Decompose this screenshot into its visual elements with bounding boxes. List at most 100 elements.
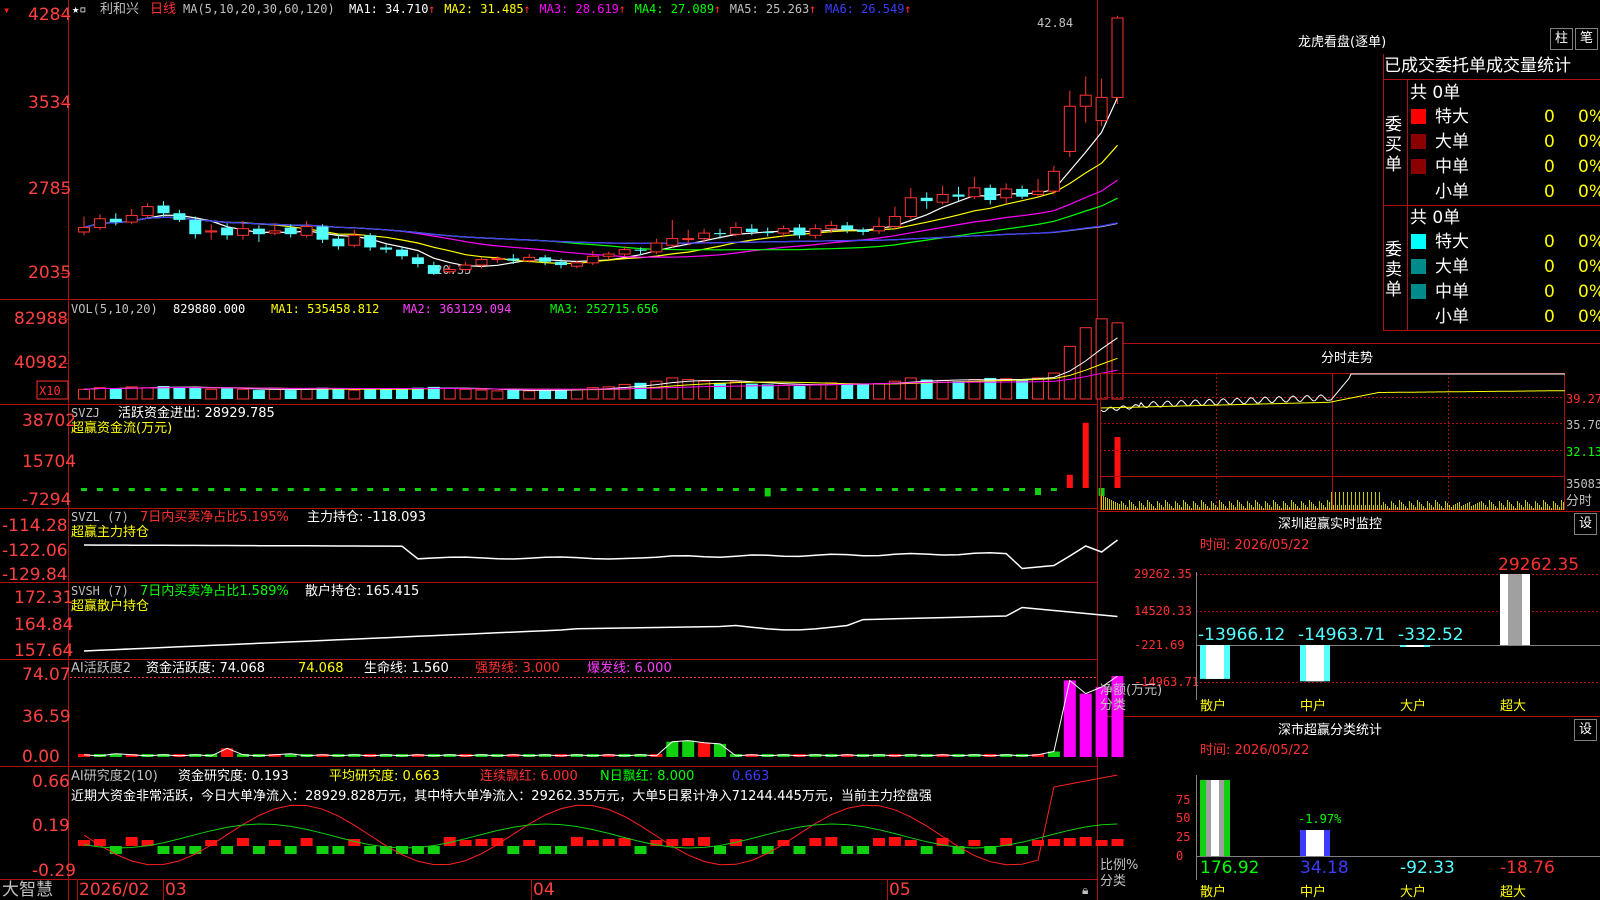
candle-body <box>78 227 90 233</box>
candle <box>952 186 965 202</box>
candle-body <box>141 206 154 216</box>
menu-marker[interactable]: ▾ <box>3 3 10 17</box>
svzj-bar <box>446 488 453 491</box>
row-value: 0 <box>1544 157 1555 177</box>
row-swatch <box>1411 159 1426 174</box>
candle-body <box>221 227 234 236</box>
candle-body <box>1000 188 1013 199</box>
svzj-bar <box>1098 488 1105 496</box>
candle-body <box>618 249 631 255</box>
intraday-price-label: 32.13 <box>1566 445 1600 459</box>
volume-bar <box>300 387 313 400</box>
ai-research-bar <box>873 838 885 846</box>
volume-bar <box>952 381 965 399</box>
candle <box>857 227 870 236</box>
svzj-bar <box>1019 488 1026 491</box>
ai-research-bar <box>857 846 870 854</box>
ai-active-bars <box>78 675 1124 757</box>
ai-active-tick-label: 0.00 <box>22 747 60 767</box>
ai-research-bar <box>618 838 631 846</box>
candle <box>125 208 138 225</box>
svzl-tick-label: -122.06 <box>2 541 68 561</box>
candle-body <box>698 232 711 240</box>
candle <box>109 213 122 226</box>
intraday-title: 分时走势 <box>1321 350 1373 366</box>
svsh-label1: 7日内买卖净占比1.589% <box>140 583 289 599</box>
chart-workspace[interactable]: ▾ ★▫ 利和兴 日线 MA(5,10,20,30,60,120) MA1: 3… <box>0 0 1600 900</box>
ai-research-label1: 资金研究度: 0.193 <box>178 768 289 784</box>
ai-research-title: AI研究度2(10) <box>71 768 158 784</box>
svzj-bar <box>192 488 199 491</box>
candle-body <box>523 256 536 262</box>
sz-monitor-value-label: -13966.12 <box>1198 625 1285 645</box>
ai-research-bar <box>968 840 981 846</box>
candle <box>1047 165 1060 195</box>
candle <box>316 224 329 244</box>
bar-fill-inner <box>1206 645 1224 679</box>
ai-research-bar <box>1016 846 1029 854</box>
candle-body <box>984 187 997 200</box>
candle <box>348 229 361 248</box>
sz-stats-category: 散户 <box>1200 884 1226 900</box>
svzj-bar <box>923 488 930 491</box>
candle-body <box>777 228 790 234</box>
tab-bar-button[interactable]: 柱 <box>1550 28 1573 50</box>
candle-body <box>1079 94 1092 107</box>
svzj-bar <box>144 488 151 491</box>
svzj-bar <box>542 488 549 491</box>
ai-research-bar <box>1095 840 1108 846</box>
candle-body <box>586 255 599 264</box>
favorite-star-icon[interactable]: ★▫ <box>72 2 86 16</box>
candle <box>650 238 663 255</box>
vol-value: 829880.000 <box>173 302 245 316</box>
candle-body <box>205 230 218 233</box>
svzj-bar <box>1035 488 1041 496</box>
svzj-bar <box>160 488 167 491</box>
ai-research-bar <box>1079 837 1092 846</box>
svsh-subtitle: 超赢散户持仓 <box>71 598 149 614</box>
svsh-title: SVSH (7) <box>71 584 129 598</box>
ai-research-axis: 0.66 0.19 -0.29 <box>32 772 76 881</box>
svzj-tick-label: 15704 <box>22 452 76 472</box>
svzj-bar <box>669 488 676 491</box>
sz-stats-tick-label: 0 <box>1176 849 1183 863</box>
candle <box>809 224 822 239</box>
svzj-bar <box>907 488 914 491</box>
candle-body <box>904 197 917 218</box>
ai-research-bar <box>904 840 917 846</box>
ai-research-commentary: 近期大资金非常活跃，今日大单净流入：28929.828万元，其中特大单净流入：2… <box>71 788 932 804</box>
svzj-bar <box>955 488 962 491</box>
sz-monitor-settings-button[interactable]: 设 <box>1574 513 1597 535</box>
side-label-char: 卖 <box>1385 260 1402 280</box>
ma-value: MA5: 25.263 <box>730 2 809 16</box>
period-label[interactable]: 日线 <box>150 2 176 17</box>
ai-research-bar <box>109 846 122 854</box>
ai-research-bar <box>698 837 711 846</box>
lock-icon[interactable]: 🔒︎ <box>1082 883 1088 897</box>
tab-tick-button[interactable]: 笔 <box>1575 28 1598 50</box>
candle-body <box>936 193 949 203</box>
svzj-bar <box>176 488 183 491</box>
ai-research-bar <box>666 839 679 846</box>
stock-name: 利和兴 <box>100 2 139 17</box>
ai-research-bar <box>920 846 933 854</box>
volume-bar <box>173 386 186 399</box>
volume-bar <box>682 379 695 400</box>
volume-bar <box>714 382 726 399</box>
candle-body <box>252 228 265 235</box>
sz-stats-bar <box>1300 830 1330 856</box>
row-label: 特大 <box>1435 232 1469 252</box>
candle-body <box>968 187 981 198</box>
svzj-tick-label: -7294 <box>22 490 71 510</box>
sz-stats-tick-label: 50 <box>1176 811 1190 825</box>
ai-research-bar <box>507 846 520 854</box>
volume-bar <box>539 390 552 399</box>
vol-tick-label: 82988 <box>14 309 68 329</box>
sz-stats-value-label: 176.92 <box>1200 858 1259 878</box>
candle-body <box>300 225 313 236</box>
ai-active-title: AI活跃度2 <box>71 660 131 676</box>
candle <box>205 224 218 240</box>
sz-stats-settings-button[interactable]: 设 <box>1574 719 1597 741</box>
sz-stats-legend1: 比例% <box>1100 858 1138 873</box>
date-axis: 2026/02 03 04 05 <box>77 880 911 900</box>
